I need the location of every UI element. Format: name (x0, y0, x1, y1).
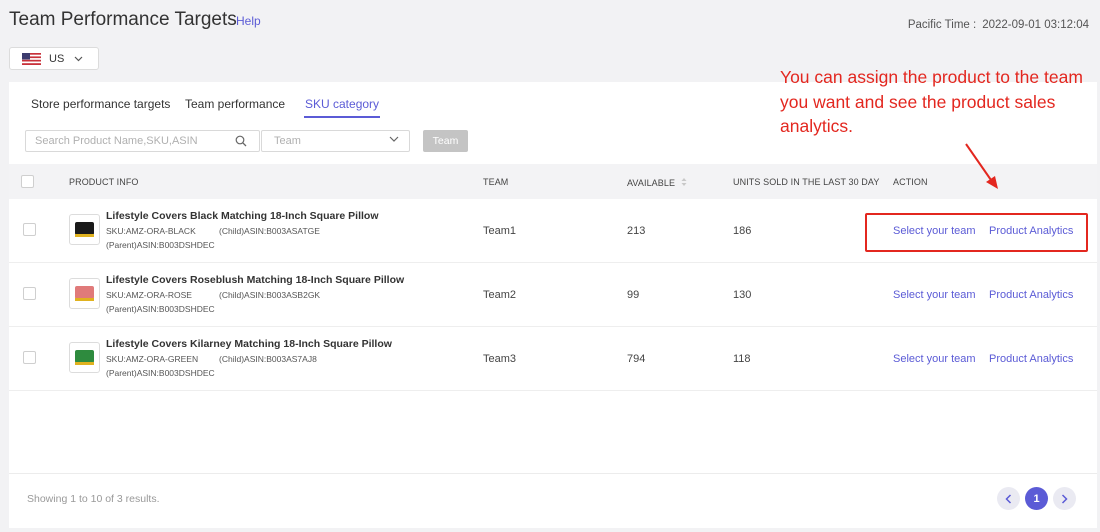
product-thumbnail (69, 278, 100, 309)
product-analytics-link[interactable]: Product Analytics (989, 225, 1073, 237)
tab-team-performance[interactable]: Team performance (185, 97, 285, 116)
product-title: Lifestyle Covers Kilarney Matching 18-In… (106, 338, 392, 350)
select-team-link[interactable]: Select your team (893, 225, 976, 237)
sort-icon[interactable] (681, 177, 687, 187)
results-summary: Showing 1 to 10 of 3 results. (27, 493, 160, 505)
help-link[interactable]: Help (236, 14, 261, 28)
row-checkbox[interactable] (23, 351, 36, 364)
team-select-placeholder: Team (274, 135, 301, 147)
product-title: Lifestyle Covers Black Matching 18-Inch … (106, 210, 379, 222)
chevron-left-icon (1005, 493, 1012, 504)
product-parent-asin: (Parent)ASIN:B003DSHDEC (106, 368, 215, 378)
units-sold-cell: 130 (733, 289, 752, 301)
row-checkbox[interactable] (23, 223, 36, 236)
page-button-current[interactable]: 1 (1025, 487, 1048, 510)
product-child-asin: (Child)ASIN:B003ASATGE (219, 226, 320, 236)
chevron-down-icon (74, 56, 83, 61)
page-title: Team Performance Targets (9, 9, 237, 30)
column-action: ACTION (893, 177, 928, 187)
team-cell: Team1 (483, 225, 517, 237)
pacific-time: Pacific Time : 2022-09-01 03:12:04 (908, 19, 1089, 31)
row-checkbox[interactable] (23, 287, 36, 300)
product-sku: SKU:AMZ-ORA-BLACK (106, 226, 196, 236)
team-cell: Team3 (483, 353, 517, 365)
column-units-sold: UNITS SOLD IN THE LAST 30 DAY (733, 177, 880, 187)
search-icon[interactable] (235, 135, 247, 147)
product-child-asin: (Child)ASIN:B003AS7AJ8 (219, 354, 317, 364)
pillow-image-icon (75, 222, 94, 237)
tab-sku-category[interactable]: SKU category (304, 97, 381, 118)
product-title: Lifestyle Covers Roseblush Matching 18-I… (106, 274, 405, 286)
table-row: Lifestyle Covers Kilarney Matching 18-In… (9, 327, 1097, 391)
available-cell: 99 (627, 289, 640, 301)
product-parent-asin: (Parent)ASIN:B003DSHDEC (106, 304, 215, 314)
units-sold-cell: 118 (733, 353, 751, 365)
product-child-asin: (Child)ASIN:B003ASB2GK (219, 290, 321, 300)
next-page-button[interactable] (1053, 487, 1076, 510)
select-all-checkbox[interactable] (21, 175, 34, 188)
team-cell: Team2 (483, 289, 517, 301)
chevron-right-icon (1061, 493, 1068, 504)
product-parent-asin: (Parent)ASIN:B003DSHDEC (106, 240, 215, 250)
product-thumbnail (69, 342, 100, 373)
us-flag-icon (22, 52, 41, 65)
select-team-link[interactable]: Select your team (893, 289, 976, 301)
team-button[interactable]: Team (423, 130, 468, 152)
pillow-image-icon (75, 286, 94, 301)
team-select[interactable]: Team (261, 130, 410, 152)
chevron-down-icon (389, 136, 399, 142)
pillow-image-icon (75, 350, 94, 365)
column-product-info: PRODUCT INFO (69, 177, 139, 187)
main-panel: Store performance targets Team performan… (9, 82, 1097, 528)
prev-page-button[interactable] (997, 487, 1020, 510)
select-team-link[interactable]: Select your team (893, 353, 976, 365)
product-sku: SKU:AMZ-ORA-GREEN (106, 354, 199, 364)
product-thumbnail (69, 214, 100, 245)
search-input[interactable] (26, 131, 221, 151)
pacific-time-value: 2022-09-01 03:12:04 (982, 19, 1089, 31)
table-row: Lifestyle Covers Black Matching 18-Inch … (9, 199, 1097, 263)
annotation-arrow-icon (965, 143, 998, 189)
annotation-text: You can assign the product to the team y… (780, 67, 1083, 136)
column-available-label: AVAILABLE (627, 178, 676, 188)
tab-store-performance-targets[interactable]: Store performance targets (31, 97, 170, 116)
search-box (25, 130, 260, 152)
table-row: Lifestyle Covers Roseblush Matching 18-I… (9, 263, 1097, 327)
pacific-time-label: Pacific Time : (907, 19, 977, 31)
country-value: US (49, 52, 65, 65)
country-select[interactable]: US (9, 47, 99, 70)
product-sku: SKU:AMZ-ORA-ROSE (106, 290, 192, 300)
table-header: PRODUCT INFO TEAM AVAILABLE UNITS SOLD I… (9, 164, 1097, 199)
column-available[interactable]: AVAILABLE (627, 177, 687, 188)
available-cell: 794 (627, 353, 646, 365)
available-cell: 213 (627, 225, 646, 237)
footer-divider (9, 473, 1097, 474)
product-analytics-link[interactable]: Product Analytics (989, 289, 1073, 301)
product-analytics-link[interactable]: Product Analytics (989, 353, 1073, 365)
column-team: TEAM (483, 177, 509, 187)
units-sold-cell: 186 (733, 225, 752, 237)
